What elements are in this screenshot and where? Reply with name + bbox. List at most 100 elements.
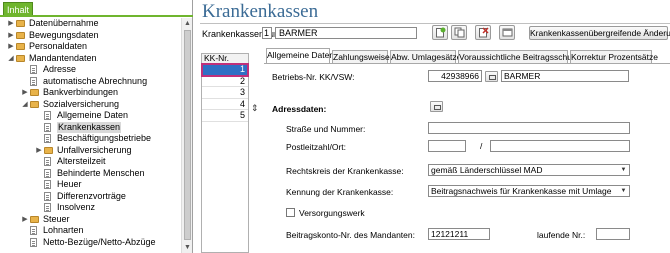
plz-ort-separator: / (480, 141, 483, 151)
tree-item[interactable]: Heuer (0, 179, 180, 191)
copy-record-button[interactable] (451, 25, 467, 40)
adressdaten-button[interactable] (430, 101, 443, 112)
betriebsnr-label: Betriebs-Nr. KK/VSW: (272, 72, 355, 82)
kk-list-row[interactable]: 1 (201, 63, 249, 77)
tab-korrektur-prozentsätze[interactable]: Korrektur Prozentsätze (570, 50, 658, 64)
tree-item[interactable]: Netto-Bezüge/Netto-Abzüge (0, 237, 180, 249)
drag-handle-icon[interactable]: ⇕ (251, 103, 259, 114)
tree-item[interactable]: Lohnarten (0, 225, 180, 237)
folder-icon (16, 31, 25, 39)
collapse-arrow-icon[interactable]: ◢ (7, 53, 15, 64)
tree-item[interactable]: ◢ Mandantendaten (0, 53, 180, 65)
expand-arrow-icon[interactable]: ▶ (35, 145, 43, 156)
tree-item[interactable]: Insolvenz (0, 202, 180, 214)
tree-item[interactable]: Altersteilzeit (0, 156, 180, 168)
expand-arrow-icon[interactable]: ▶ (21, 214, 29, 225)
folder-icon (30, 89, 39, 96)
collapse-arrow-icon[interactable]: ◢ (21, 99, 29, 110)
laufende-nr-field[interactable] (596, 228, 630, 240)
new-record-button[interactable] (432, 25, 448, 40)
tree-item-label: Behinderte Menschen (57, 167, 145, 178)
tree-item[interactable]: Beschäftigungsbetriebe (0, 133, 180, 145)
plz-field[interactable] (428, 140, 466, 152)
tree-item[interactable]: Krankenkassen (0, 121, 180, 133)
cross-fund-changes-button[interactable]: Krankenkassenübergreifende Änderungen (529, 26, 670, 40)
tab-inhalt[interactable]: Inhalt (3, 2, 33, 16)
scroll-up-arrow-icon[interactable]: ▲ (182, 18, 193, 29)
folder-icon (30, 100, 39, 108)
ort-field[interactable] (490, 140, 630, 152)
rechtskreis-select[interactable]: gemäß Länderschlüssel MAD ▼ (428, 164, 630, 176)
tree-item[interactable]: ▶ Personaldaten (0, 41, 180, 53)
tree-item[interactable]: Behinderte Menschen (0, 168, 180, 180)
page-title: Krankenkassen (202, 1, 319, 22)
kk-list-row[interactable]: 3 (202, 87, 248, 99)
document-icon (44, 168, 51, 178)
adressdaten-heading: Adressdaten: (272, 104, 327, 114)
tree-item[interactable]: ▶ Steuer (0, 214, 180, 226)
betriebsnr-field[interactable]: 42938966 (428, 70, 482, 82)
tree-item[interactable]: Adresse (0, 64, 180, 76)
kennung-select[interactable]: Beitragsnachweis für Krankenkasse mit Um… (428, 185, 630, 197)
scroll-down-arrow-icon[interactable]: ▼ (182, 242, 193, 253)
chevron-down-icon[interactable]: ▼ (619, 166, 628, 175)
tree-item[interactable]: Allgemeine Daten (0, 110, 180, 122)
kennung-value: Beitragsnachweis für Krankenkasse mit Um… (431, 186, 612, 196)
tab-abw-umlagesätze[interactable]: Abw. Umlagesätze (390, 50, 461, 64)
delete-record-button[interactable] (475, 25, 491, 40)
form-allgemeine-daten: Betriebs-Nr. KK/VSW: 42938966 BARMER Adr… (264, 64, 670, 253)
tab-allgemeine-daten[interactable]: Allgemeine Daten (266, 48, 334, 64)
tree-item-label: Datenübernahme (29, 18, 99, 28)
tab-voraussichtliche-beitragsschuld[interactable]: Voraussichtliche Beitragsschuld (458, 50, 579, 64)
versorgungswerk-checkbox[interactable] (286, 208, 295, 217)
kk-list-row[interactable]: 4 (202, 99, 248, 110)
strasse-field[interactable] (428, 122, 630, 134)
document-icon (44, 122, 51, 132)
tree-item-label: Netto-Bezüge/Netto-Abzüge (43, 236, 156, 247)
betriebsnr-lookup-button[interactable] (485, 71, 498, 82)
expand-arrow-icon[interactable]: ▶ (7, 30, 15, 41)
tree-item[interactable]: ◢ Sozialversicherung (0, 99, 180, 111)
laufende-nr-label: laufende Nr.: (537, 230, 586, 240)
kennung-label: Kennung der Krankenkasse: (286, 187, 394, 197)
folder-icon (44, 146, 53, 154)
kk-nr-column-header[interactable]: KK-Nr. (201, 53, 249, 64)
plz-label: Postleitzahl/Ort: (286, 142, 346, 152)
document-icon (30, 76, 37, 86)
expand-arrow-icon[interactable]: ▶ (21, 87, 29, 98)
new-document-icon (436, 27, 446, 38)
tree-item[interactable]: ▶ Unfallversicherung (0, 145, 180, 157)
tab-zahlungsweise[interactable]: Zahlungsweise (332, 50, 390, 64)
tree-item[interactable]: ▶ Bewegungsdaten (0, 30, 180, 42)
beitragskonto-field[interactable]: 12121211 (428, 228, 490, 240)
kk-list-row[interactable]: 2 (202, 76, 248, 87)
scroll-thumb[interactable] (184, 30, 191, 240)
print-button[interactable] (499, 25, 515, 40)
tree-item[interactable]: ▶ Datenübernahme (0, 18, 180, 30)
tree-scrollbar[interactable]: ▲ ▼ (181, 18, 192, 253)
tree-item-label: Allgemeine Daten (57, 110, 129, 120)
expand-arrow-icon[interactable]: ▶ (7, 18, 15, 29)
beitragskonto-label: Beitragskonto-Nr. des Mandanten: (286, 230, 415, 240)
chevron-down-icon[interactable]: ▼ (619, 187, 628, 196)
kk-list[interactable]: 12345 (201, 63, 249, 253)
tree-item-label: Adresse (43, 64, 77, 74)
tree-item[interactable]: ▶ Bankverbindungen (0, 87, 180, 99)
tree-item-label: Heuer (57, 179, 82, 189)
tree-item[interactable]: automatische Abrechnung (0, 76, 180, 88)
kassenname-field[interactable]: BARMER (275, 27, 417, 39)
tree-item-label: Unfallversicherung (57, 144, 132, 155)
document-icon (44, 157, 51, 166)
tree-item-label: Krankenkassen (57, 121, 122, 133)
kassennr-field[interactable]: 1 (262, 27, 272, 39)
tab-underline (0, 15, 193, 17)
betriebsnr-name-field[interactable]: BARMER (501, 70, 629, 82)
expand-arrow-icon[interactable]: ▶ (7, 41, 15, 52)
tree-item-label: Insolvenz (57, 202, 96, 212)
tree-item[interactable]: Differenzvorträge (0, 191, 180, 203)
folder-icon (30, 215, 39, 223)
versorgungswerk-label: Versorgungswerk (299, 208, 365, 218)
document-icon (44, 191, 51, 201)
kk-list-row[interactable]: 5 (202, 110, 248, 122)
document-icon (30, 237, 37, 247)
